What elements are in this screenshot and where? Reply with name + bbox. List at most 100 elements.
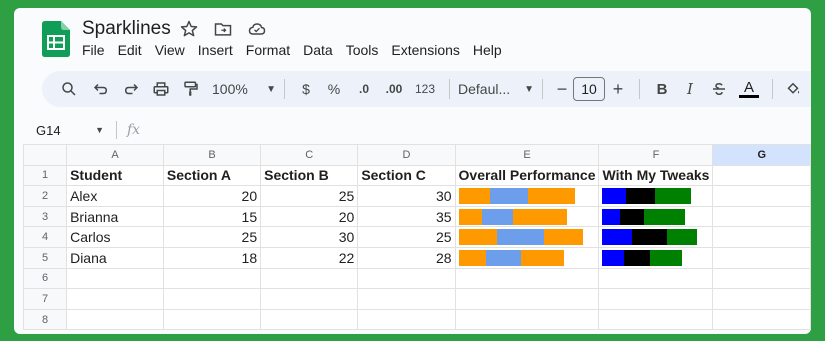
overall-sparkline-cell[interactable] [454,226,600,248]
cell[interactable] [454,308,600,331]
text-color-button[interactable]: A [734,75,764,103]
section-a-cell[interactable]: 20 [162,185,262,207]
student-cell[interactable]: Carlos [66,226,164,248]
section-a-cell[interactable]: 18 [162,246,262,269]
menu-tools[interactable]: Tools [346,42,386,58]
more-formats-button[interactable]: 123 [409,75,441,103]
cell[interactable] [357,267,456,290]
document-title[interactable]: Sparklines [82,18,171,40]
menu-format[interactable]: Format [246,42,297,58]
menu-insert[interactable]: Insert [198,42,240,58]
section-c-cell[interactable]: 30 [357,185,456,207]
column-header-c[interactable]: C [260,144,359,166]
cell[interactable] [162,288,262,310]
cell[interactable] [357,308,456,331]
tweaks-sparkline-cell[interactable] [598,185,714,207]
zoom-select[interactable]: 100% ▼ [212,75,276,103]
row-header[interactable]: 4 [22,226,68,248]
section-a-cell[interactable]: 25 [162,226,262,248]
row-header[interactable]: 1 [22,164,68,187]
overall-sparkline-cell[interactable] [454,205,600,228]
overall-sparkline-cell[interactable] [454,246,600,269]
cell[interactable] [598,267,714,290]
menu-view[interactable]: View [155,42,192,58]
cell[interactable] [712,164,811,187]
cell[interactable] [260,267,359,290]
menu-data[interactable]: Data [303,42,340,58]
student-cell[interactable]: Brianna [66,205,164,228]
header-cell-overall[interactable]: Overall Performance [454,164,600,187]
increase-decimal-button[interactable]: .00 [379,75,409,103]
search-menus-button[interactable] [56,75,82,103]
move-folder-icon[interactable] [213,19,233,39]
section-b-cell[interactable]: 30 [260,226,359,248]
paint-format-button[interactable] [176,75,206,103]
cell[interactable] [598,308,714,331]
cell[interactable] [66,288,164,310]
star-icon[interactable] [179,19,199,39]
cloud-status-icon[interactable] [247,19,267,39]
menu-extensions[interactable]: Extensions [391,42,466,58]
tweaks-sparkline-cell[interactable] [598,226,714,248]
tweaks-sparkline-cell[interactable] [598,205,714,228]
cell[interactable] [712,185,811,207]
redo-button[interactable] [116,75,146,103]
row-header[interactable]: 6 [22,267,68,290]
column-header-e[interactable]: E [454,144,600,166]
cell[interactable] [712,226,811,248]
section-b-cell[interactable]: 22 [260,246,359,269]
row-header[interactable]: 3 [22,205,68,228]
cell[interactable] [712,308,811,331]
cell[interactable] [454,267,600,290]
decrease-decimal-button[interactable]: .0 [349,75,379,103]
italic-button[interactable]: I [676,75,704,103]
cell[interactable] [260,308,359,331]
overall-sparkline-cell[interactable] [454,185,600,207]
cell[interactable] [66,267,164,290]
fill-color-button[interactable] [781,75,805,103]
column-header-f[interactable]: F [598,144,714,166]
percent-format-button[interactable]: % [319,75,349,103]
header-cell-tweaks[interactable]: With My Tweaks [598,164,714,187]
student-cell[interactable]: Diana [66,246,164,269]
column-header-b[interactable]: B [162,144,262,166]
cell[interactable] [712,205,811,228]
decrease-font-size-button[interactable]: − [551,75,573,103]
menu-edit[interactable]: Edit [118,42,149,58]
currency-format-button[interactable]: $ [293,75,319,103]
section-b-cell[interactable]: 25 [260,185,359,207]
bold-button[interactable]: B [648,75,676,103]
font-size-input[interactable]: 10 [573,77,605,101]
header-cell-section-c[interactable]: Section C [357,164,456,187]
cell[interactable] [712,267,811,290]
section-c-cell[interactable]: 35 [357,205,456,228]
column-header-d[interactable]: D [357,144,456,166]
name-box[interactable]: G14 ▼ [14,123,114,138]
cell[interactable] [162,267,262,290]
section-b-cell[interactable]: 20 [260,205,359,228]
cell[interactable] [260,288,359,310]
cell[interactable] [66,308,164,331]
cell[interactable] [357,288,456,310]
tweaks-sparkline-cell[interactable] [598,246,714,269]
column-header-a[interactable]: A [66,144,164,166]
increase-font-size-button[interactable]: + [605,75,631,103]
row-header[interactable]: 8 [22,308,68,331]
header-cell-section-a[interactable]: Section A [162,164,262,187]
section-c-cell[interactable]: 25 [357,226,456,248]
cell[interactable] [712,246,811,269]
strikethrough-button[interactable] [704,75,734,103]
row-header[interactable]: 7 [22,288,68,310]
print-button[interactable] [146,75,176,103]
font-select[interactable]: Defaul... ▼ [458,75,534,103]
header-cell-student[interactable]: Student [66,164,164,187]
student-cell[interactable]: Alex [66,185,164,207]
cell[interactable] [598,288,714,310]
cell[interactable] [162,308,262,331]
menu-help[interactable]: Help [473,42,509,58]
cell[interactable] [454,288,600,310]
section-c-cell[interactable]: 28 [357,246,456,269]
undo-button[interactable] [86,75,116,103]
menu-file[interactable]: File [82,42,112,58]
cell[interactable] [712,288,811,310]
